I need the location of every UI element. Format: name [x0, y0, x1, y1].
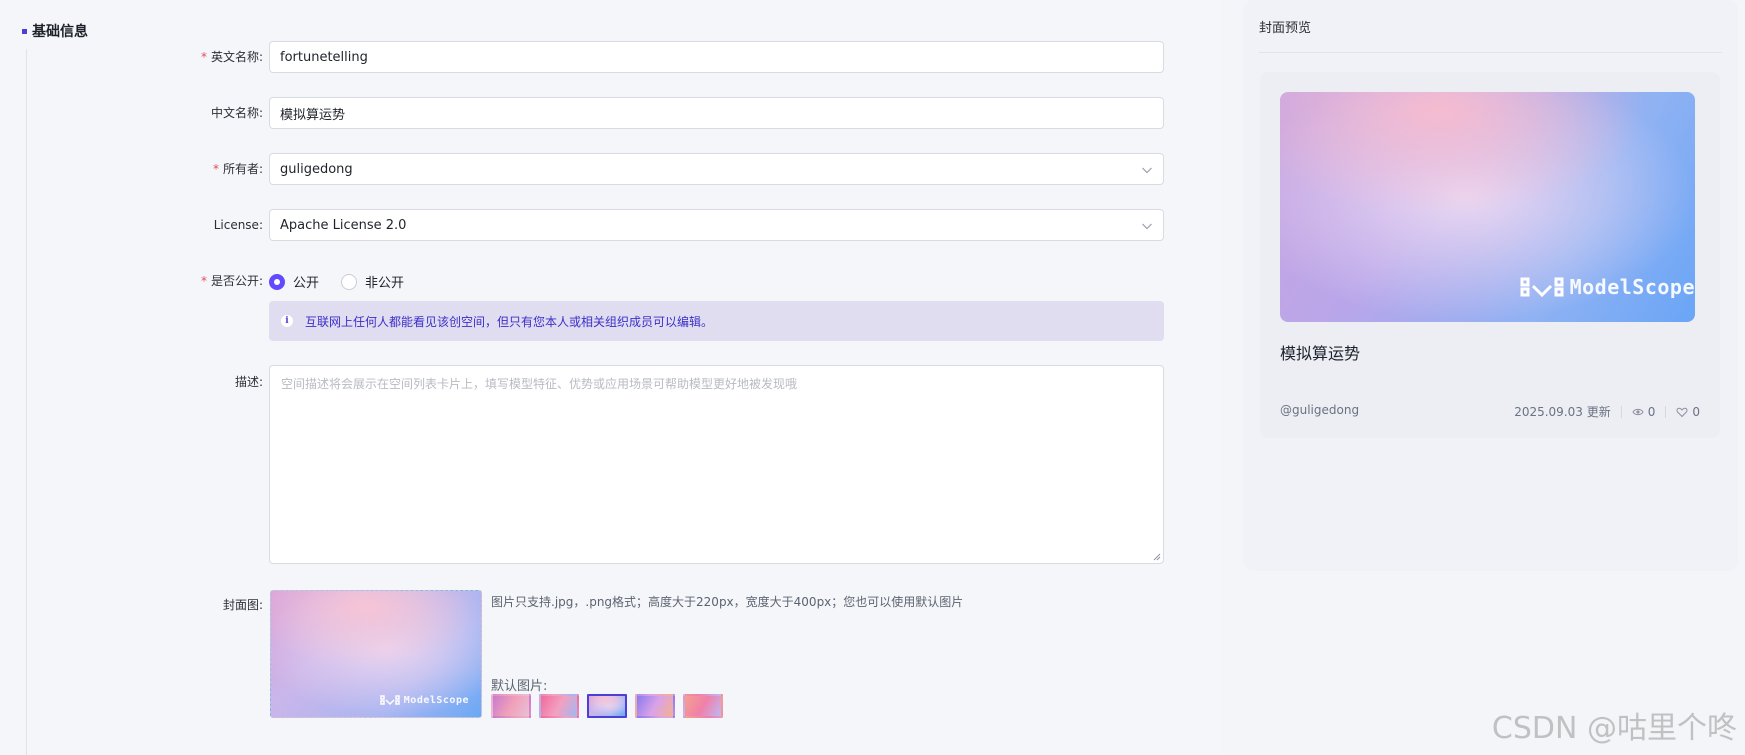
meta-separator: [1665, 405, 1667, 418]
cover-label: 封面图:: [222, 598, 263, 612]
csdn-watermark: CSDN @咕里个咚: [1491, 711, 1737, 746]
chevron-down-icon: [1142, 223, 1152, 230]
preview-divider: [1259, 52, 1722, 53]
modelscope-logo-icon: [380, 695, 400, 706]
visibility-radio-group: 公开 非公开: [269, 272, 426, 291]
preview-card-likes: 0: [1692, 404, 1700, 419]
visibility-label: * 是否公开:: [200, 274, 263, 288]
cover-upload-image[interactable]: ModelScope: [270, 590, 482, 718]
section-divider-line: [26, 49, 27, 755]
license-select[interactable]: Apache License 2.0: [269, 209, 1164, 241]
heart-icon: [1676, 407, 1688, 417]
owner-select[interactable]: guligedong: [269, 153, 1164, 185]
preview-card-meta: 2025.09.03 更新 0 0: [1514, 403, 1700, 420]
radio-public-label[interactable]: 公开: [293, 272, 319, 291]
description-placeholder: 空间描述将会展示在空间列表卡片上，填写模型特征、优势或应用场景可帮助模型更好地被…: [281, 377, 798, 391]
preview-card-views: 0: [1647, 404, 1656, 419]
radio-private-label[interactable]: 非公开: [365, 272, 404, 291]
section-title-text: 基础信息: [32, 24, 88, 40]
english-name-label: * 英文名称:: [200, 50, 263, 64]
modelscope-logo: ModelScope: [1520, 274, 1695, 300]
default-image-thumb-5[interactable]: [683, 694, 723, 718]
default-image-thumb-2[interactable]: [539, 694, 579, 718]
preview-cover-image: ModelScope: [1280, 92, 1695, 322]
preview-card-owner: @guligedong: [1280, 403, 1360, 417]
default-images-label: 默认图片:: [491, 679, 548, 694]
required-mark: *: [200, 50, 207, 64]
default-image-thumb-3-selected[interactable]: [587, 694, 627, 718]
visibility-notice: i 互联网上任何人都能看见该创空间，但只有您本人或相关组织成员可以编辑。: [269, 301, 1164, 341]
visibility-notice-text: 互联网上任何人都能看见该创空间，但只有您本人或相关组织成员可以编辑。: [305, 314, 714, 329]
required-mark: *: [200, 274, 207, 288]
preview-card: ModelScope 模拟算运势 @guligedong 2025.09.03 …: [1260, 72, 1720, 438]
meta-separator: [1620, 405, 1622, 418]
owner-value: guligedong: [280, 161, 353, 177]
resize-handle-icon[interactable]: [1152, 552, 1161, 561]
section-title: 基础信息: [22, 21, 88, 41]
modelscope-logo-icon: [1520, 277, 1564, 298]
default-image-thumb-4[interactable]: [635, 694, 675, 718]
section-marker: [22, 28, 27, 34]
chevron-down-icon: [1142, 167, 1152, 174]
description-label: 描述:: [234, 375, 263, 389]
description-textarea[interactable]: 空间描述将会展示在空间列表卡片上，填写模型特征、优势或应用场景可帮助模型更好地被…: [269, 365, 1164, 564]
form-panel: 基础信息 * 英文名称: fortunetelling 中文名称: 模拟算运势 *…: [0, 0, 1222, 755]
preview-card-updated: 2025.09.03 更新: [1514, 405, 1611, 419]
english-name-value: fortunetelling: [280, 49, 368, 65]
info-icon: i: [281, 315, 293, 327]
owner-label: * 所有者:: [212, 162, 263, 176]
default-image-thumb-1[interactable]: [491, 694, 531, 718]
modelscope-logo: ModelScope: [380, 693, 469, 707]
license-label: License:: [213, 218, 263, 232]
english-name-input[interactable]: fortunetelling: [269, 41, 1164, 73]
cover-preview-panel: 封面预览 ModelScope 模拟算运势 @guligedong 2025.0…: [1243, 0, 1738, 571]
chinese-name-value: 模拟算运势: [280, 107, 346, 123]
license-value: Apache License 2.0: [280, 217, 407, 233]
radio-public[interactable]: [269, 273, 285, 290]
chinese-name-label: 中文名称:: [210, 106, 263, 120]
cover-hint-text: 图片只支持.jpg，.png格式；高度大于220px，宽度大于400px；您也可…: [491, 595, 964, 609]
eye-icon: [1632, 408, 1644, 415]
radio-private[interactable]: [341, 273, 358, 290]
chinese-name-input[interactable]: 模拟算运势: [269, 97, 1164, 129]
default-image-list: [491, 694, 731, 718]
preview-card-title: 模拟算运势: [1280, 344, 1361, 363]
required-mark: *: [212, 162, 219, 176]
preview-title: 封面预览: [1259, 21, 1312, 36]
